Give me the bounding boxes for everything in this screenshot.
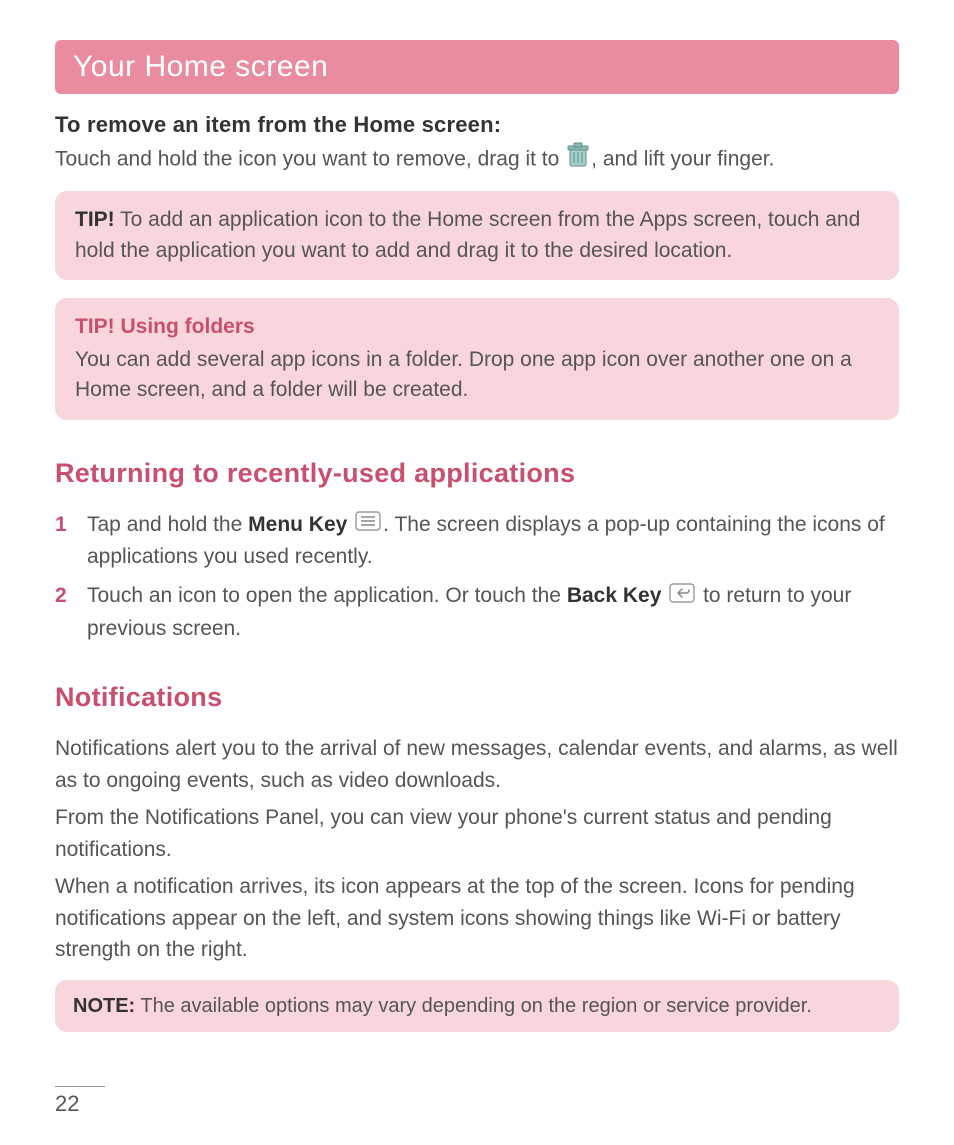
page-header: Your Home screen bbox=[55, 40, 899, 94]
notif-para-1: Notifications alert you to the arrival o… bbox=[55, 733, 899, 796]
tip1-label: TIP! bbox=[75, 208, 115, 231]
tip1-text: To add an application icon to the Home s… bbox=[75, 208, 860, 261]
tip-box-2: TIP! Using folders You can add several a… bbox=[55, 298, 899, 419]
menu-key-icon bbox=[355, 509, 381, 541]
li1-before: Tap and hold the bbox=[87, 513, 248, 536]
notifications-heading: Notifications bbox=[55, 682, 899, 713]
page-header-text: Your Home screen bbox=[73, 50, 328, 83]
notif-para-3: When a notification arrives, its icon ap… bbox=[55, 871, 899, 966]
list-item: 2 Touch an icon to open the application.… bbox=[55, 580, 899, 644]
note-box: NOTE: The available options may vary dep… bbox=[55, 980, 899, 1032]
li2-before: Touch an icon to open the application. O… bbox=[87, 584, 567, 607]
li2-bold: Back Key bbox=[567, 584, 662, 607]
list-item: 1 Tap and hold the Menu Key . The screen… bbox=[55, 509, 899, 573]
remove-body: Touch and hold the icon you want to remo… bbox=[55, 142, 899, 177]
list-text-1: Tap and hold the Menu Key . The screen d… bbox=[87, 509, 899, 573]
list-num-2: 2 bbox=[55, 580, 87, 644]
remove-text-after: , and lift your finger. bbox=[591, 147, 774, 170]
note-label: NOTE: bbox=[73, 995, 135, 1017]
list-text-2: Touch an icon to open the application. O… bbox=[87, 580, 899, 644]
returning-heading: Returning to recently-used applications bbox=[55, 458, 899, 489]
list-num-1: 1 bbox=[55, 509, 87, 573]
returning-list: 1 Tap and hold the Menu Key . The screen… bbox=[55, 509, 899, 644]
remove-heading: To remove an item from the Home screen: bbox=[55, 112, 899, 138]
tip2-text: You can add several app icons in a folde… bbox=[75, 348, 852, 401]
remove-text-before: Touch and hold the icon you want to remo… bbox=[55, 147, 565, 170]
notif-para-2: From the Notifications Panel, you can vi… bbox=[55, 802, 899, 865]
li1-bold: Menu Key bbox=[248, 513, 347, 536]
page-number: 22 bbox=[55, 1086, 105, 1117]
trash-icon bbox=[567, 142, 589, 177]
tip2-title: TIP! Using folders bbox=[75, 312, 879, 342]
back-key-icon bbox=[669, 581, 695, 613]
tip-box-1: TIP! To add an application icon to the H… bbox=[55, 191, 899, 280]
note-text: The available options may vary depending… bbox=[135, 995, 812, 1017]
